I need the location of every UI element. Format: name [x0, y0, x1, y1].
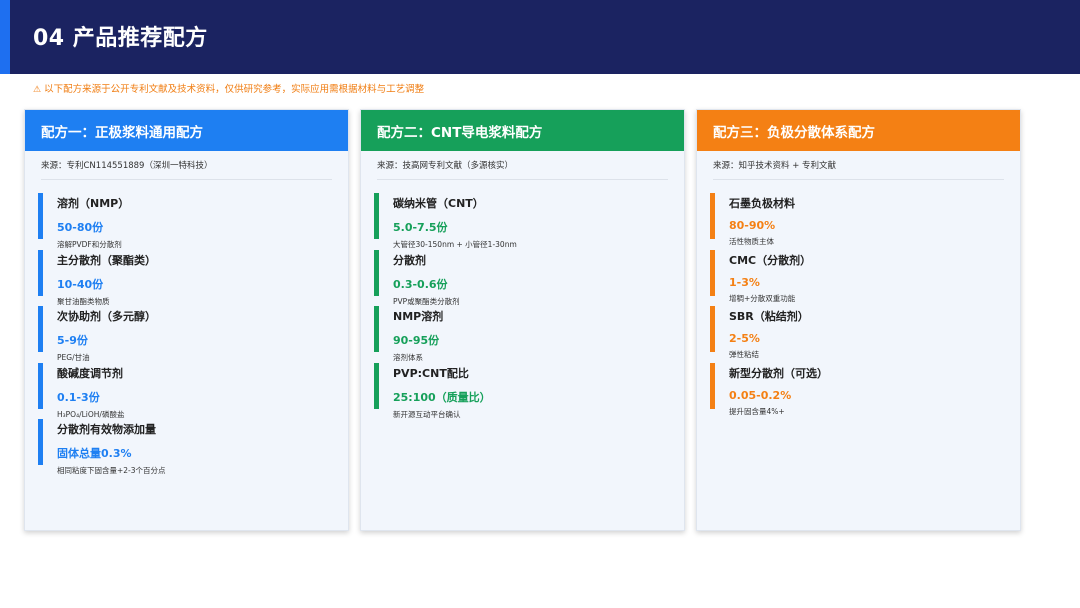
- ingredient-item: 新型分散剂（可选） 0.05-0.2% 提升固含量4%+: [697, 362, 1020, 419]
- notice-line: ⚠ 以下配方来源于公开专利文献及技术资料，仅供研究参考，实际应用需根据材料与工艺调…: [33, 81, 424, 95]
- ingredient-list: 碳纳米管（CNT） 5.0-7.5份 大管径30-150nm + 小管径1-30nm…: [361, 192, 684, 419]
- ingredient-amount: 25:100（质量比）: [393, 390, 491, 404]
- ingredient-accent-bar: [38, 419, 43, 465]
- card-source: 来源：知乎技术资料 + 专利文献: [713, 159, 1004, 180]
- card-title: 配方一：正极浆料通用配方: [25, 110, 348, 151]
- ingredient-note: 活性物质主体: [729, 237, 774, 246]
- ingredient-note: 新开源互动平台确认: [393, 409, 461, 419]
- ingredient-accent-bar: [38, 193, 43, 239]
- ingredient-name: SBR（粘结剂）: [729, 310, 809, 323]
- ingredient-name: 碳纳米管（CNT）: [393, 197, 484, 210]
- ingredient-accent-bar: [374, 193, 379, 239]
- ingredient-item: NMP溶剂 90-95份 溶剂体系: [361, 305, 684, 362]
- ingredient-note: 弹性粘结: [729, 350, 759, 359]
- ingredient-item: CMC（分散剂） 1-3% 增稠+分散双重功能: [697, 249, 1020, 306]
- ingredient-name: 次协助剂（多元醇）: [57, 310, 156, 323]
- ingredient-amount: 0.1-3份: [57, 390, 100, 404]
- ingredient-amount: 0.05-0.2%: [729, 388, 792, 402]
- ingredient-list: 溶剂（NMP） 50-80份 溶解PVDF和分散剂 主分散剂（聚酯类） 10-40份 聚甘…: [25, 192, 348, 475]
- card-source: 来源：技高网专利文献（多源核实）: [377, 159, 668, 180]
- ingredient-amount: 固体总量0.3%: [57, 447, 132, 460]
- ingredient-accent-bar: [38, 306, 43, 352]
- ingredient-item: 主分散剂（聚酯类） 10-40份 聚甘油酯类物质: [25, 249, 348, 306]
- ingredient-name: 主分散剂（聚酯类）: [57, 253, 156, 267]
- ingredient-amount: 0.3-0.6份: [393, 277, 448, 291]
- ingredient-name: 分散剂: [393, 253, 426, 267]
- page-title: 04 产品推荐配方: [33, 26, 208, 51]
- ingredient-name: 酸碱度调节剂: [57, 366, 123, 380]
- header-accent-stripe: [0, 0, 10, 74]
- ingredient-amount: 10-40份: [57, 277, 104, 291]
- notice-text: 以下配方来源于公开专利文献及技术资料，仅供研究参考，实际应用需根据材料与工艺调整: [44, 84, 425, 95]
- ingredient-amount: 5.0-7.5份: [393, 221, 448, 234]
- ingredient-item: PVP:CNT配比 25:100（质量比） 新开源互动平台确认: [361, 362, 684, 419]
- ingredient-amount: 2-5%: [729, 332, 760, 345]
- ingredient-accent-bar: [710, 306, 715, 352]
- card-title: 配方二：CNT导电浆料配方: [361, 110, 684, 151]
- ingredient-item: 石墨负极材料 80-90% 活性物质主体: [697, 192, 1020, 249]
- ingredient-amount: 90-95份: [393, 334, 440, 347]
- ingredient-name: PVP:CNT配比: [393, 366, 469, 380]
- ingredient-amount: 5-9份: [57, 334, 88, 347]
- recipe-card-3: 配方三：负极分散体系配方来源：知乎技术资料 + 专利文献石墨负极材料 80-90%…: [696, 109, 1021, 531]
- ingredient-name: 新型分散剂（可选）: [729, 366, 828, 380]
- recipe-card-1: 配方一：正极浆料通用配方来源：专利CN114551889（深圳一特科技） 溶剂（N…: [24, 109, 349, 531]
- recipe-card-2: 配方二：CNT导电浆料配方来源：技高网专利文献（多源核实） 碳纳米管（CNT） 5.…: [360, 109, 685, 531]
- ingredient-item: 溶剂（NMP） 50-80份 溶解PVDF和分散剂: [25, 192, 348, 249]
- ingredient-amount: 80-90%: [729, 219, 776, 232]
- ingredient-accent-bar: [710, 249, 715, 296]
- header-bar: 04 产品推荐配方: [0, 0, 1080, 74]
- ingredient-item: 酸碱度调节剂 0.1-3份 H₃PO₄/LiOH/磷酸盐: [25, 362, 348, 419]
- ingredient-item: 次协助剂（多元醇） 5-9份 PEG/甘油: [25, 305, 348, 362]
- warning-icon: ⚠: [33, 85, 42, 95]
- ingredient-name: 溶剂（NMP）: [57, 197, 130, 210]
- ingredient-item: SBR（粘结剂） 2-5% 弹性粘结: [697, 305, 1020, 362]
- ingredient-accent-bar: [38, 249, 43, 296]
- ingredient-accent-bar: [374, 249, 379, 296]
- card-title: 配方三：负极分散体系配方: [697, 110, 1020, 151]
- ingredient-note: 增稠+分散双重功能: [729, 293, 796, 303]
- ingredient-item: 碳纳米管（CNT） 5.0-7.5份 大管径30-150nm + 小管径1-30nm: [361, 192, 684, 249]
- ingredient-item: 分散剂有效物添加量 固体总量0.3% 相同粘度下固含量+2-3个百分点: [25, 418, 348, 475]
- ingredient-accent-bar: [710, 193, 715, 239]
- ingredient-amount: 50-80份: [57, 221, 104, 234]
- ingredient-accent-bar: [374, 306, 379, 352]
- ingredient-note: 相同粘度下固含量+2-3个百分点: [57, 466, 166, 475]
- ingredient-name: NMP溶剂: [393, 310, 444, 323]
- ingredient-note: 提升固含量4%+: [729, 406, 785, 416]
- ingredient-list: 石墨负极材料 80-90% 活性物质主体 CMC（分散剂） 1-3% 增稠+分散双重功能 S…: [697, 192, 1020, 418]
- ingredient-accent-bar: [374, 362, 379, 409]
- ingredient-accent-bar: [38, 362, 43, 409]
- ingredient-accent-bar: [710, 362, 715, 409]
- ingredient-name: 分散剂有效物添加量: [57, 423, 156, 436]
- ingredient-name: CMC（分散剂）: [729, 253, 812, 267]
- card-source: 来源：专利CN114551889（深圳一特科技）: [41, 159, 332, 180]
- ingredient-name: 石墨负极材料: [729, 197, 795, 210]
- ingredient-item: 分散剂 0.3-0.6份 PVP或聚酯类分散剂: [361, 249, 684, 306]
- ingredient-amount: 1-3%: [729, 275, 760, 289]
